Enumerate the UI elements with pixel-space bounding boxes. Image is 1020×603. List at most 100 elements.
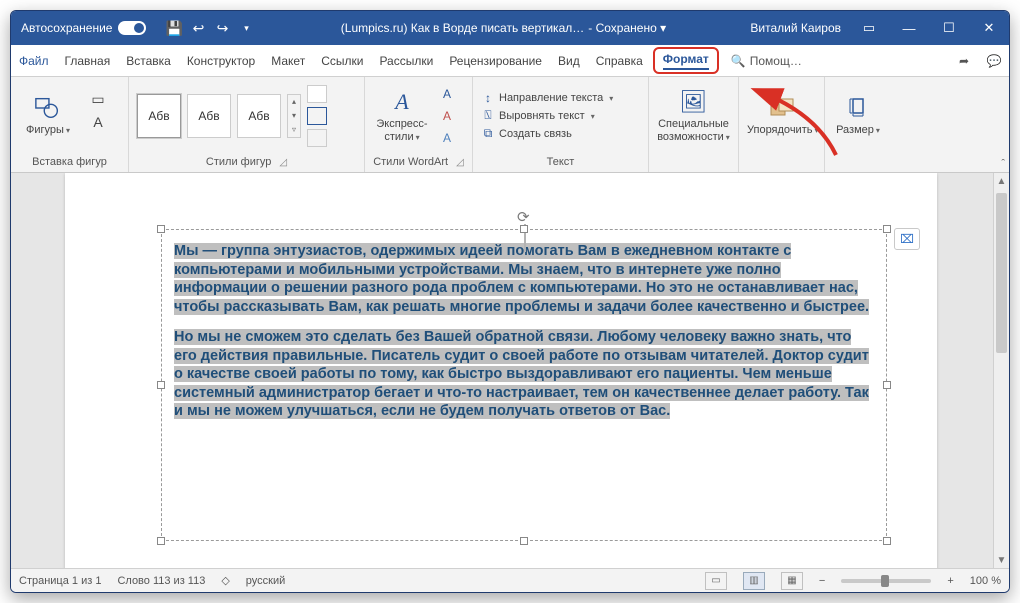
styles-more-button[interactable]: ▴▾▿ — [287, 94, 301, 138]
shape-styles-gallery[interactable]: Абв Абв Абв — [137, 94, 281, 138]
arrange-icon — [769, 94, 797, 122]
tab-view[interactable]: Вид — [550, 45, 588, 76]
accessibility-icon: 🖼 — [680, 88, 708, 116]
link-icon: ⧉ — [481, 127, 495, 141]
dialog-launcher-icon[interactable]: ◿ — [456, 157, 464, 168]
text-effects-button[interactable]: A — [437, 129, 457, 147]
page[interactable]: ⟳ ⌧ Мы — группа энтузиастов, одержимых и… — [65, 173, 937, 568]
text-content[interactable]: Мы — группа энтузиастов, одержимых идеей… — [162, 230, 886, 433]
web-layout-view-button[interactable]: ▦ — [781, 572, 803, 590]
document-area: ⟳ ⌧ Мы — группа энтузиастов, одержимых и… — [11, 173, 1009, 568]
text-direction-icon: ↕ — [481, 91, 495, 105]
layout-options-button[interactable]: ⌧ — [894, 228, 920, 250]
group-text: ↕Направление текста ⍂Выровнять текст ⧉Со… — [473, 77, 649, 172]
minimize-button[interactable]: — — [889, 11, 929, 45]
tab-help[interactable]: Справка — [588, 45, 651, 76]
resize-handle[interactable] — [883, 381, 891, 389]
doc-name: (Lumpics.ru) Как в Ворде писать вертикал… — [341, 21, 584, 35]
align-text-button[interactable]: ⍂Выровнять текст — [481, 109, 613, 123]
language-indicator[interactable]: русский — [246, 575, 285, 587]
page-indicator[interactable]: Страница 1 из 1 — [19, 575, 101, 587]
size-button[interactable]: Размер — [833, 83, 883, 149]
zoom-level[interactable]: 100 % — [970, 575, 1001, 587]
group-size: Размер — [825, 77, 891, 172]
dialog-launcher-icon[interactable]: ◿ — [279, 157, 287, 168]
scroll-up-icon[interactable]: ▲ — [994, 173, 1009, 189]
group-arrange: Упорядочить — [739, 77, 825, 172]
close-button[interactable]: ✕ — [969, 11, 1009, 45]
resize-handle[interactable] — [157, 381, 165, 389]
help-search[interactable]: 🔍 Помощ… — [721, 45, 812, 76]
group-accessibility: 🖼 Специальные возможности — [649, 77, 739, 172]
style-swatch-3[interactable]: Абв — [237, 94, 281, 138]
resize-handle[interactable] — [520, 537, 528, 545]
scroll-thumb[interactable] — [996, 193, 1007, 353]
ribbon-display-button[interactable]: ▭ — [849, 11, 889, 45]
tab-mailings[interactable]: Рассылки — [371, 45, 441, 76]
tab-home[interactable]: Главная — [57, 45, 119, 76]
tab-format[interactable]: Формат — [653, 47, 719, 74]
shape-fill-outline — [307, 85, 327, 147]
text-fill-button[interactable]: A — [437, 85, 457, 103]
tab-insert[interactable]: Вставка — [118, 45, 179, 76]
arrange-button[interactable]: Упорядочить — [747, 83, 818, 149]
share-button[interactable]: ➦ — [949, 45, 979, 76]
group-wordart-styles: A Экспресс-стили A A A Стили WordArt◿ — [365, 77, 473, 172]
save-icon[interactable]: 💾 — [166, 20, 182, 36]
wordart-fill-outline: A A A — [437, 85, 457, 147]
zoom-out-button[interactable]: − — [819, 575, 825, 587]
focus-view-button[interactable]: ▭ — [705, 572, 727, 590]
autosave-toggle-group[interactable]: Автосохранение — [11, 21, 156, 35]
undo-icon[interactable]: ↩ — [190, 20, 206, 36]
shapes-button[interactable]: Фигуры — [19, 83, 77, 149]
resize-handle[interactable] — [157, 225, 165, 233]
tab-review[interactable]: Рецензирование — [441, 45, 550, 76]
scroll-down-icon[interactable]: ▼ — [994, 552, 1009, 568]
layout-options-icon: ⌧ — [900, 232, 914, 246]
collapse-ribbon-button[interactable]: ˆ — [1001, 158, 1005, 170]
autosave-toggle-icon[interactable] — [118, 21, 146, 35]
text-outline-button[interactable]: A — [437, 107, 457, 125]
vertical-scrollbar[interactable]: ▲ ▼ — [993, 173, 1009, 568]
resize-handle[interactable] — [883, 537, 891, 545]
qat-dropdown-icon[interactable]: ▾ — [238, 20, 254, 36]
window-buttons: ▭ — ☐ ✕ — [849, 11, 1009, 45]
print-layout-view-button[interactable]: ▥ — [743, 572, 765, 590]
redo-icon[interactable]: ↪ — [214, 20, 230, 36]
tab-design[interactable]: Конструктор — [179, 45, 263, 76]
save-state: - Сохранено ▾ — [588, 21, 666, 35]
tab-file[interactable]: Файл — [11, 45, 57, 76]
shape-effects-button[interactable] — [307, 129, 327, 147]
word-count[interactable]: Слово 113 из 113 — [117, 575, 205, 587]
title-bar: Автосохранение 💾 ↩ ↪ ▾ (Lumpics.ru) Как … — [11, 11, 1009, 45]
accessibility-button[interactable]: 🖼 Специальные возможности — [657, 83, 730, 149]
text-direction-button[interactable]: ↕Направление текста — [481, 91, 613, 105]
proofing-icon[interactable]: ◇ — [221, 574, 229, 587]
resize-handle[interactable] — [157, 537, 165, 545]
rotation-handle[interactable]: ⟳ — [524, 208, 526, 238]
shape-fill-button[interactable] — [307, 85, 327, 103]
document-title: (Lumpics.ru) Как в Ворде писать вертикал… — [264, 21, 742, 35]
quick-access-toolbar: 💾 ↩ ↪ ▾ — [156, 20, 264, 36]
status-bar: Страница 1 из 1 Слово 113 из 113 ◇ русск… — [11, 568, 1009, 592]
zoom-slider[interactable] — [841, 579, 931, 583]
zoom-in-button[interactable]: + — [947, 575, 953, 587]
paragraph-2: Но мы не сможем это сделать без Вашей об… — [174, 329, 869, 419]
tab-layout[interactable]: Макет — [263, 45, 313, 76]
text-box[interactable]: ⟳ ⌧ Мы — группа энтузиастов, одержимых и… — [161, 229, 887, 541]
style-swatch-1[interactable]: Абв — [137, 94, 181, 138]
maximize-button[interactable]: ☐ — [929, 11, 969, 45]
tab-references[interactable]: Ссылки — [313, 45, 371, 76]
resize-handle[interactable] — [883, 225, 891, 233]
user-name[interactable]: Виталий Каиров — [742, 21, 849, 35]
edit-shape-button[interactable]: ▭ A — [83, 91, 113, 141]
textbox-icon: A — [93, 114, 102, 130]
create-link-button[interactable]: ⧉Создать связь — [481, 127, 613, 141]
wordart-icon: A — [388, 88, 416, 116]
comments-button[interactable]: 💬 — [979, 45, 1009, 76]
search-placeholder: Помощ… — [750, 54, 802, 68]
resize-handle[interactable] — [520, 225, 528, 233]
shape-outline-button[interactable] — [307, 107, 327, 125]
style-swatch-2[interactable]: Абв — [187, 94, 231, 138]
wordart-styles-button[interactable]: A Экспресс-стили — [373, 83, 431, 149]
